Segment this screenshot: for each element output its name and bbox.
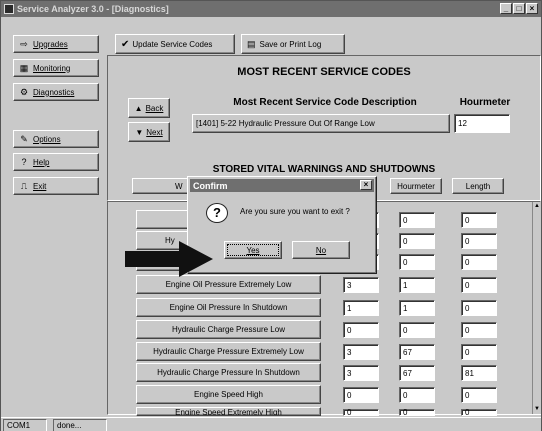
down-arrow-icon: ▼ (135, 127, 144, 137)
warning-row-button[interactable]: Engine Oil Pressure In Shutdown (136, 298, 321, 317)
warning-row-button[interactable]: Engine Oil Pressure Extremely Low (136, 275, 321, 294)
warning-hourmeter-cell: 67 (399, 344, 435, 360)
sidebar: ⇨ Upgrades ▦ Monitoring ⚙ Diagnostics ✎ … (3, 19, 105, 415)
sidebar-item-label: Options (33, 134, 61, 144)
confirm-dialog: Confirm × ? Are you sure you want to exi… (187, 176, 377, 274)
warning-hourmeter-cell: 1 (399, 277, 435, 293)
warning-count-cell: 0 (343, 408, 379, 417)
vertical-scrollbar[interactable]: ▲ ▼ (532, 202, 541, 414)
upgrades-icon: ⇨ (20, 39, 28, 49)
sidebar-item-label: Diagnostics (33, 87, 75, 97)
length-column-header[interactable]: Length (452, 178, 504, 194)
warning-hourmeter-cell: 0 (399, 233, 435, 249)
warning-hourmeter-cell: 0 (399, 387, 435, 403)
status-state: done... (53, 419, 107, 431)
warning-length-cell: 81 (461, 365, 497, 381)
description-header: Most Recent Service Code Description (233, 97, 417, 108)
app-window: Service Analyzer 3.0 - [Diagnostics] _ □… (0, 0, 542, 431)
window-title: Service Analyzer 3.0 - [Diagnostics] (17, 4, 169, 14)
dialog-close-button[interactable]: × (360, 180, 372, 190)
question-icon: ? (206, 203, 228, 223)
warning-row-button[interactable]: Engine Speed Extremely High (136, 407, 321, 416)
no-button[interactable]: No (292, 241, 350, 259)
status-bar: COM1 done... (1, 417, 541, 431)
monitoring-icon: ▦ (19, 63, 29, 73)
scroll-down-icon[interactable]: ▼ (533, 405, 541, 413)
warning-count-cell: 3 (343, 277, 379, 293)
warning-hourmeter-cell: 0 (399, 212, 435, 228)
hourmeter-column-header[interactable]: Hourmeter (390, 178, 442, 194)
update-service-codes-label: Update Service Codes (132, 39, 213, 49)
hourmeter-header: Hourmeter (459, 97, 511, 108)
warning-length-cell: 0 (461, 387, 497, 403)
warning-length-cell: 0 (461, 212, 497, 228)
help-icon: ? (21, 157, 27, 167)
sidebar-item-label: Monitoring (33, 63, 71, 73)
warning-hourmeter-cell: 67 (399, 365, 435, 381)
warning-length-cell: 0 (461, 233, 497, 249)
dialog-title-bar[interactable]: Confirm × (190, 179, 374, 192)
warning-count-cell: 0 (343, 322, 379, 338)
minimize-button[interactable]: _ (500, 3, 512, 14)
app-icon (4, 4, 14, 14)
sidebar-item-diagnostics[interactable]: ⚙ Diagnostics (13, 83, 99, 101)
warning-hourmeter-cell: 0 (399, 408, 435, 417)
scroll-up-icon[interactable]: ▲ (533, 202, 541, 210)
checkmark-icon: ✔ (121, 38, 130, 50)
next-label: Next (146, 127, 163, 137)
warnings-title: STORED VITAL WARNINGS AND SHUTDOWNS (212, 164, 436, 175)
title-bar[interactable]: Service Analyzer 3.0 - [Diagnostics] _ □… (1, 1, 541, 17)
update-service-codes-button[interactable]: ✔ Update Service Codes (115, 34, 235, 54)
close-window-button[interactable]: × (526, 3, 538, 14)
warning-length-cell: 0 (461, 277, 497, 293)
warning-count-cell: 3 (343, 365, 379, 381)
diagnostics-icon: ⚙ (19, 87, 29, 97)
warning-length-cell: 0 (461, 300, 497, 316)
service-code-description-field: [1401] 5-22 Hydraulic Pressure Out Of Ra… (192, 114, 450, 133)
sidebar-item-monitoring[interactable]: ▦ Monitoring (13, 59, 99, 77)
yes-button[interactable]: Yes (224, 241, 282, 259)
warning-length-cell: 0 (461, 322, 497, 338)
warning-length-cell: 0 (461, 344, 497, 360)
warning-length-cell: 0 (461, 254, 497, 270)
warning-count-cell: 3 (343, 344, 379, 360)
status-port: COM1 (3, 419, 47, 431)
service-code-hourmeter-field: 12 (454, 114, 510, 133)
exit-icon: ⎍ (20, 181, 28, 191)
warning-hourmeter-cell: 0 (399, 322, 435, 338)
next-button[interactable]: ▼ Next (128, 122, 170, 142)
warning-row-button[interactable]: Hydraulic Charge Pressure Extremely Low (136, 342, 321, 361)
back-label: Back (145, 103, 164, 113)
sidebar-item-label: Upgrades (33, 39, 68, 49)
up-arrow-icon: ▲ (134, 103, 143, 113)
maximize-button[interactable]: □ (513, 3, 525, 14)
warning-count-cell: 1 (343, 300, 379, 316)
options-icon: ✎ (20, 134, 28, 144)
sidebar-item-label: Help (33, 157, 50, 167)
back-button[interactable]: ▲ Back (128, 98, 170, 118)
warning-hourmeter-cell: 1 (399, 300, 435, 316)
warning-row-button[interactable]: Engine Speed High (136, 385, 321, 404)
sidebar-item-help[interactable]: ? Help (13, 153, 99, 171)
save-print-log-button[interactable]: ▤ Save or Print Log (241, 34, 345, 54)
sidebar-item-options[interactable]: ✎ Options (13, 130, 99, 148)
warning-length-cell: 0 (461, 408, 497, 417)
warning-hourmeter-cell: 0 (399, 254, 435, 270)
save-print-log-label: Save or Print Log (259, 39, 322, 49)
warning-count-cell: 0 (343, 387, 379, 403)
warning-row-button[interactable]: Hydraulic Charge Pressure In Shutdown (136, 363, 321, 382)
document-icon: ▤ (247, 38, 256, 49)
service-codes-title: MOST RECENT SERVICE CODES (237, 66, 411, 78)
sidebar-item-upgrades[interactable]: ⇨ Upgrades (13, 35, 99, 53)
pointer-arrow-icon (125, 241, 213, 277)
sidebar-item-exit[interactable]: ⎍ Exit (13, 177, 99, 195)
dialog-message: Are you sure you want to exit ? (240, 207, 350, 216)
warning-row-button[interactable]: Hydraulic Charge Pressure Low (136, 320, 321, 339)
dialog-title: Confirm (193, 180, 228, 191)
sidebar-item-label: Exit (33, 181, 47, 191)
